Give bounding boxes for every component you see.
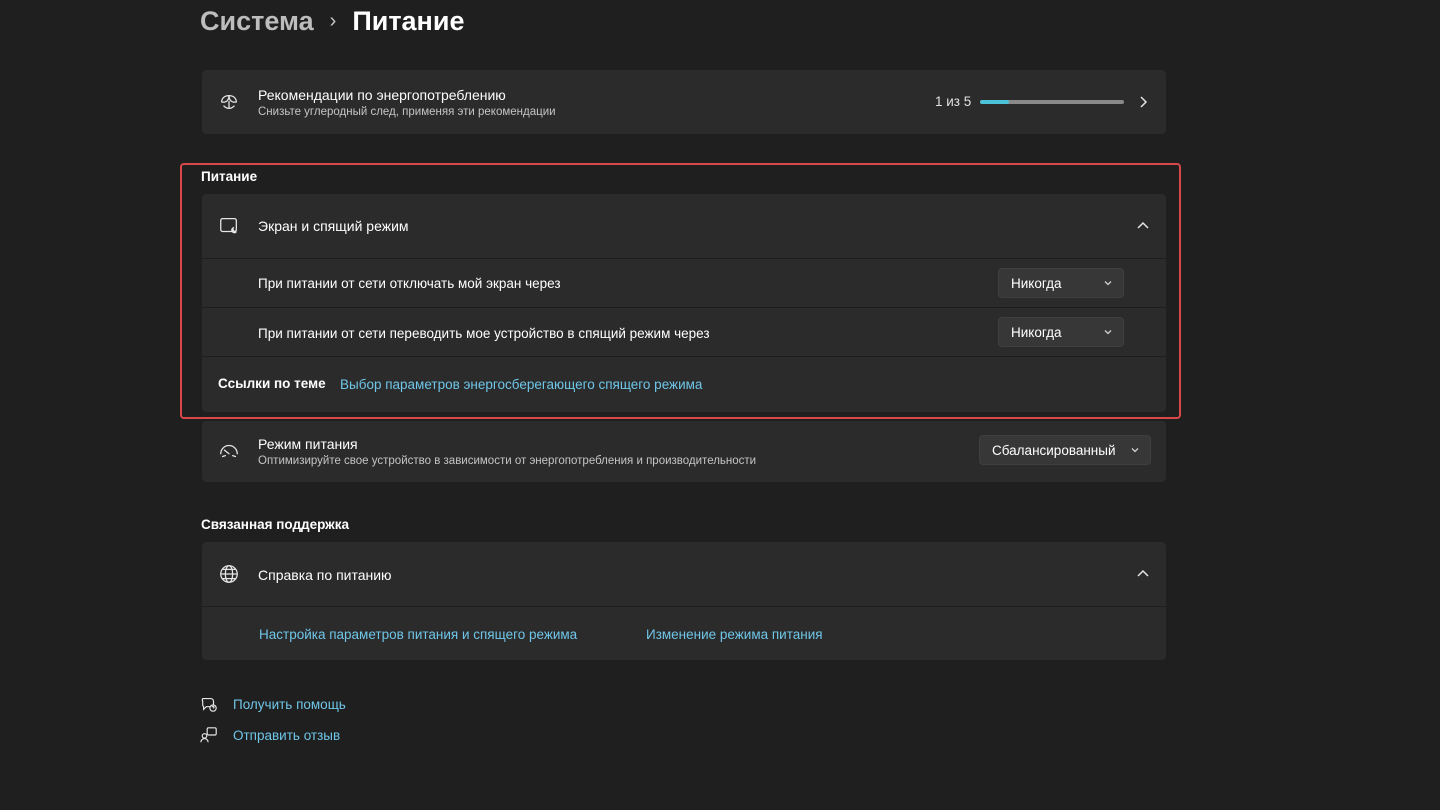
send-feedback-link[interactable]: Отправить отзыв <box>233 728 340 743</box>
chevron-down-icon <box>1104 330 1112 335</box>
setting-row-screen-off: При питании от сети отключать мой экран … <box>202 259 1166 307</box>
screen-off-value: Никогда <box>1011 275 1062 291</box>
power-mode-subtitle: Оптимизируйте свое устройство в зависимо… <box>258 455 757 467</box>
energy-recommendations-subtitle: Снизьте углеродный след, применяя эти ре… <box>258 106 556 118</box>
sleep-settings-link[interactable]: Выбор параметров энергосберегающего спящ… <box>340 377 702 392</box>
feedback-icon <box>200 726 218 744</box>
related-links-label: Ссылки по теме <box>218 376 326 391</box>
chevron-down-icon <box>1104 281 1112 286</box>
screen-sleep-card: Экран и спящий режим При питании от сети… <box>202 194 1166 412</box>
screen-sleep-header[interactable]: Экран и спящий режим <box>202 194 1166 258</box>
change-power-mode-link[interactable]: Изменение режима питания <box>646 627 823 642</box>
related-links-row: Ссылки по теме Выбор параметров энергосб… <box>202 357 1166 412</box>
sleep-value: Никогда <box>1011 324 1062 340</box>
page-title: Питание <box>352 5 465 36</box>
screen-sleep-title: Экран и спящий режим <box>258 218 409 234</box>
leaf-icon <box>218 91 240 113</box>
chevron-up-icon[interactable] <box>1136 219 1150 233</box>
power-help-card: Справка по питанию Настройка параметров … <box>202 542 1166 660</box>
progress-bar-fill <box>980 100 1009 104</box>
power-mode-title: Режим питания <box>258 436 358 452</box>
energy-recommendations-title: Рекомендации по энергопотреблению <box>258 87 506 103</box>
chevron-right-icon[interactable] <box>1136 95 1150 109</box>
send-feedback-row[interactable]: Отправить отзыв <box>200 725 340 745</box>
help-chat-icon <box>200 695 218 713</box>
power-help-header[interactable]: Справка по питанию <box>202 542 1166 606</box>
globe-icon <box>218 563 240 585</box>
support-section-label: Связанная поддержка <box>201 517 350 532</box>
breadcrumb-parent[interactable]: Система <box>200 6 314 37</box>
power-mode-card: Режим питания Оптимизируйте свое устройс… <box>202 421 1166 482</box>
sleep-dropdown[interactable]: Никогда <box>998 317 1124 347</box>
gauge-icon <box>218 440 240 462</box>
energy-recommendations-card[interactable]: Рекомендации по энергопотреблению Снизьт… <box>202 70 1166 134</box>
screen-off-label: При питании от сети отключать мой экран … <box>258 276 561 291</box>
progress-bar <box>980 100 1124 104</box>
progress-text: 1 из 5 <box>935 94 972 109</box>
get-help-link[interactable]: Получить помощь <box>233 697 346 712</box>
power-mode-dropdown[interactable]: Сбалансированный <box>979 435 1151 465</box>
divider <box>202 606 1166 607</box>
sleep-label: При питании от сети переводить мое устро… <box>258 326 710 341</box>
get-help-row[interactable]: Получить помощь <box>200 694 346 714</box>
setting-row-sleep: При питании от сети переводить мое устро… <box>202 308 1166 356</box>
power-sleep-settings-link[interactable]: Настройка параметров питания и спящего р… <box>259 627 577 642</box>
power-help-title: Справка по питанию <box>258 567 392 583</box>
chevron-down-icon <box>1131 448 1139 453</box>
power-section-label: Питание <box>201 169 258 184</box>
power-mode-value: Сбалансированный <box>992 442 1116 458</box>
chevron-up-icon[interactable] <box>1136 567 1150 581</box>
screen-sleep-icon <box>218 215 240 237</box>
breadcrumb-separator: › <box>329 9 337 32</box>
screen-off-dropdown[interactable]: Никогда <box>998 268 1124 298</box>
breadcrumb: Система › Питание <box>200 2 464 40</box>
